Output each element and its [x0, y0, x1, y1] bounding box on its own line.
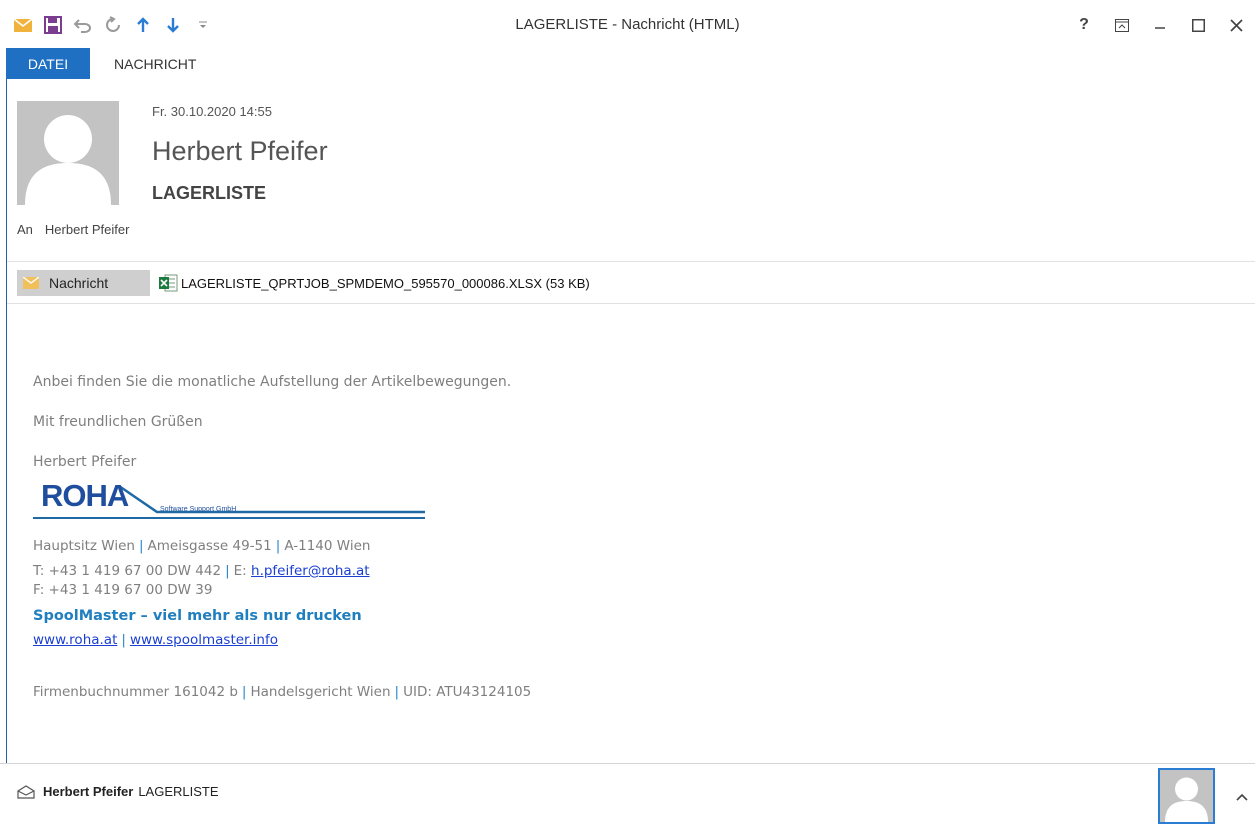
separator: | [138, 538, 144, 554]
company-court: Handelsgericht Wien [250, 684, 391, 700]
website-link-roha[interactable]: www.roha.at [33, 632, 117, 648]
message-button-label: Nachricht [49, 275, 109, 291]
separator: | [394, 684, 400, 700]
ribbon-tabs: DATEI NACHRICHT [6, 48, 220, 79]
people-pane-summary[interactable]: Herbert Pfeifer LAGERLISTE [17, 784, 219, 799]
people-pane-divider [0, 763, 1255, 764]
message-button[interactable]: Nachricht [17, 270, 150, 296]
expand-people-pane-chevron-up-icon[interactable] [1236, 788, 1248, 804]
body-greeting: Mit freundlichen Grüßen [33, 414, 203, 430]
body-intro: Anbei finden Sie die monatliche Aufstell… [33, 374, 512, 390]
company-info: Firmenbuchnummer 161042 b | Handelsgericht… [33, 684, 531, 700]
help-label: ? [1079, 16, 1089, 33]
slogan: SpoolMaster – viel mehr als nur drucken [33, 608, 362, 624]
envelope-open-icon [17, 784, 35, 799]
help-icon[interactable]: ? [1065, 10, 1103, 40]
to-label: An [17, 222, 33, 237]
ribbon-display-options-icon[interactable] [1103, 10, 1141, 40]
email-label: E: [233, 563, 247, 579]
attachment-filename: LAGERLISTE_QPRTJOB_SPMDEMO_595570_000086… [181, 275, 590, 291]
attachment-item[interactable]: LAGERLISTE_QPRTJOB_SPMDEMO_595570_000086… [158, 273, 590, 293]
tab-message[interactable]: NACHRICHT [90, 48, 220, 79]
close-icon[interactable] [1217, 10, 1255, 40]
people-pane-avatar[interactable] [1158, 768, 1215, 824]
recipient-line: An Herbert Pfeifer [17, 222, 129, 237]
address-city: A-1140 Wien [284, 538, 371, 554]
message-date: Fr. 30.10.2020 14:55 [152, 104, 272, 119]
website-link-spoolmaster[interactable]: www.spoolmaster.info [130, 632, 278, 648]
company-uid: UID: ATU43124105 [403, 684, 532, 700]
web-links: www.roha.at | www.spoolmaster.info [33, 632, 278, 648]
people-pane-subject: LAGERLISTE [138, 784, 219, 799]
maximize-icon[interactable] [1179, 10, 1217, 40]
roha-logo-text: ROHA [41, 478, 129, 513]
roha-logo-subtext: Software Support GmbH [160, 506, 237, 513]
address-hq: Hauptsitz Wien [33, 538, 135, 554]
address-line: Hauptsitz Wien | Ameisgasse 49-51 | A-1140 W… [33, 538, 370, 554]
signature-name: Herbert Pfeifer [33, 454, 137, 470]
sender-avatar[interactable] [17, 101, 119, 205]
separator: | [225, 563, 230, 579]
person-icon [25, 115, 111, 205]
message-subject: LAGERLISTE [152, 183, 267, 203]
phone-text: T: +43 1 419 67 00 DW 442 [33, 563, 222, 579]
window-border [6, 79, 7, 763]
contact-line: T: +43 1 419 67 00 DW 442 | E: h.pfeifer@r… [33, 563, 370, 579]
person-icon [1165, 777, 1208, 822]
fax-text: F: +43 1 419 67 00 DW 39 [33, 582, 213, 598]
divider [7, 261, 1255, 262]
email-link[interactable]: h.pfeifer@roha.at [251, 563, 370, 579]
recipient-name[interactable]: Herbert Pfeifer [45, 222, 130, 237]
people-pane-name: Herbert Pfeifer [43, 784, 134, 799]
separator: | [121, 632, 126, 648]
excel-file-icon [159, 274, 178, 292]
sender-name[interactable]: Herbert Pfeifer [152, 136, 328, 167]
separator: | [275, 538, 281, 554]
divider [7, 303, 1255, 304]
company-register: Firmenbuchnummer 161042 b [33, 684, 238, 700]
window-controls: ? [1065, 10, 1255, 40]
tab-file[interactable]: DATEI [6, 48, 90, 79]
title-bar: LAGERLISTE - Nachricht (HTML) ? [0, 0, 1255, 48]
separator: | [241, 684, 247, 700]
address-street: Ameisgasse 49-51 [147, 538, 272, 554]
attachment-bar: Nachricht LAGERLISTE_QPRTJOB_SPMDEMO_595… [17, 270, 590, 296]
roha-logo: ROHA Software Support GmbH [33, 478, 425, 522]
minimize-icon[interactable] [1141, 10, 1179, 40]
envelope-icon [23, 277, 39, 289]
